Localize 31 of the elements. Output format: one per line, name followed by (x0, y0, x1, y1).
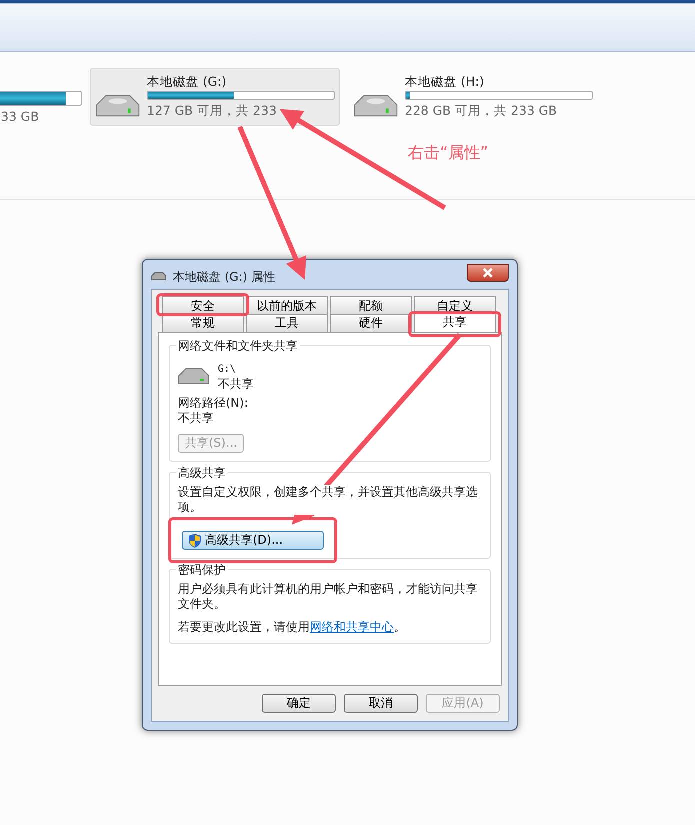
drive-tile[interactable]: 本地磁盘 (H:) 228 GB 可用，共 233 GB (348, 68, 598, 126)
shield-icon (189, 534, 201, 548)
advanced-sharing-button[interactable]: 高级共享(D)... (182, 531, 324, 550)
tab[interactable]: 硬件 (330, 314, 412, 332)
dialog-button[interactable]: 取消 (344, 694, 418, 713)
description-text: 用户必须具有此计算机的用户帐户和密码，才能访问共享文件夹。 (178, 582, 479, 612)
drive-icon (151, 272, 167, 282)
usage-text: 228 GB 可用，共 233 GB (405, 102, 558, 120)
group-title: 高级共享 (176, 464, 228, 482)
share-status: 不共享 (218, 377, 254, 392)
close-button[interactable] (467, 264, 509, 282)
window-title: 本地磁盘 (G:) 属性 (173, 268, 276, 286)
drive-tile[interactable]: 本地磁盘 (G:) 127 GB 可用，共 233 (90, 68, 340, 126)
tab[interactable]: 以前的版本 (246, 296, 328, 314)
drive-name: 本地磁盘 (H:) (405, 73, 486, 89)
usage-text: 33 GB (0, 108, 40, 126)
tab[interactable]: 配额 (330, 296, 412, 314)
hint-text: 若要更改此设置，请使用网络和共享中心。 (178, 620, 407, 635)
dialog-button[interactable]: 确定 (262, 694, 336, 713)
group-title: 网络文件和文件夹共享 (176, 337, 300, 355)
tab[interactable]: 安全 (162, 296, 244, 314)
tab[interactable]: 工具 (246, 314, 328, 332)
annotation-text: 右击“属性” (408, 142, 489, 164)
link[interactable]: 网络和共享中心 (310, 620, 394, 634)
drive-path: G:\ (218, 363, 238, 377)
network-path-value: 不共享 (178, 411, 215, 426)
close-icon (483, 268, 493, 278)
drive-icon (178, 367, 210, 387)
drive-name: 本地磁盘 (G:) (147, 73, 228, 89)
usage-text: 127 GB 可用，共 233 (147, 102, 277, 120)
network-path-label: 网络路径(N): (178, 396, 250, 411)
